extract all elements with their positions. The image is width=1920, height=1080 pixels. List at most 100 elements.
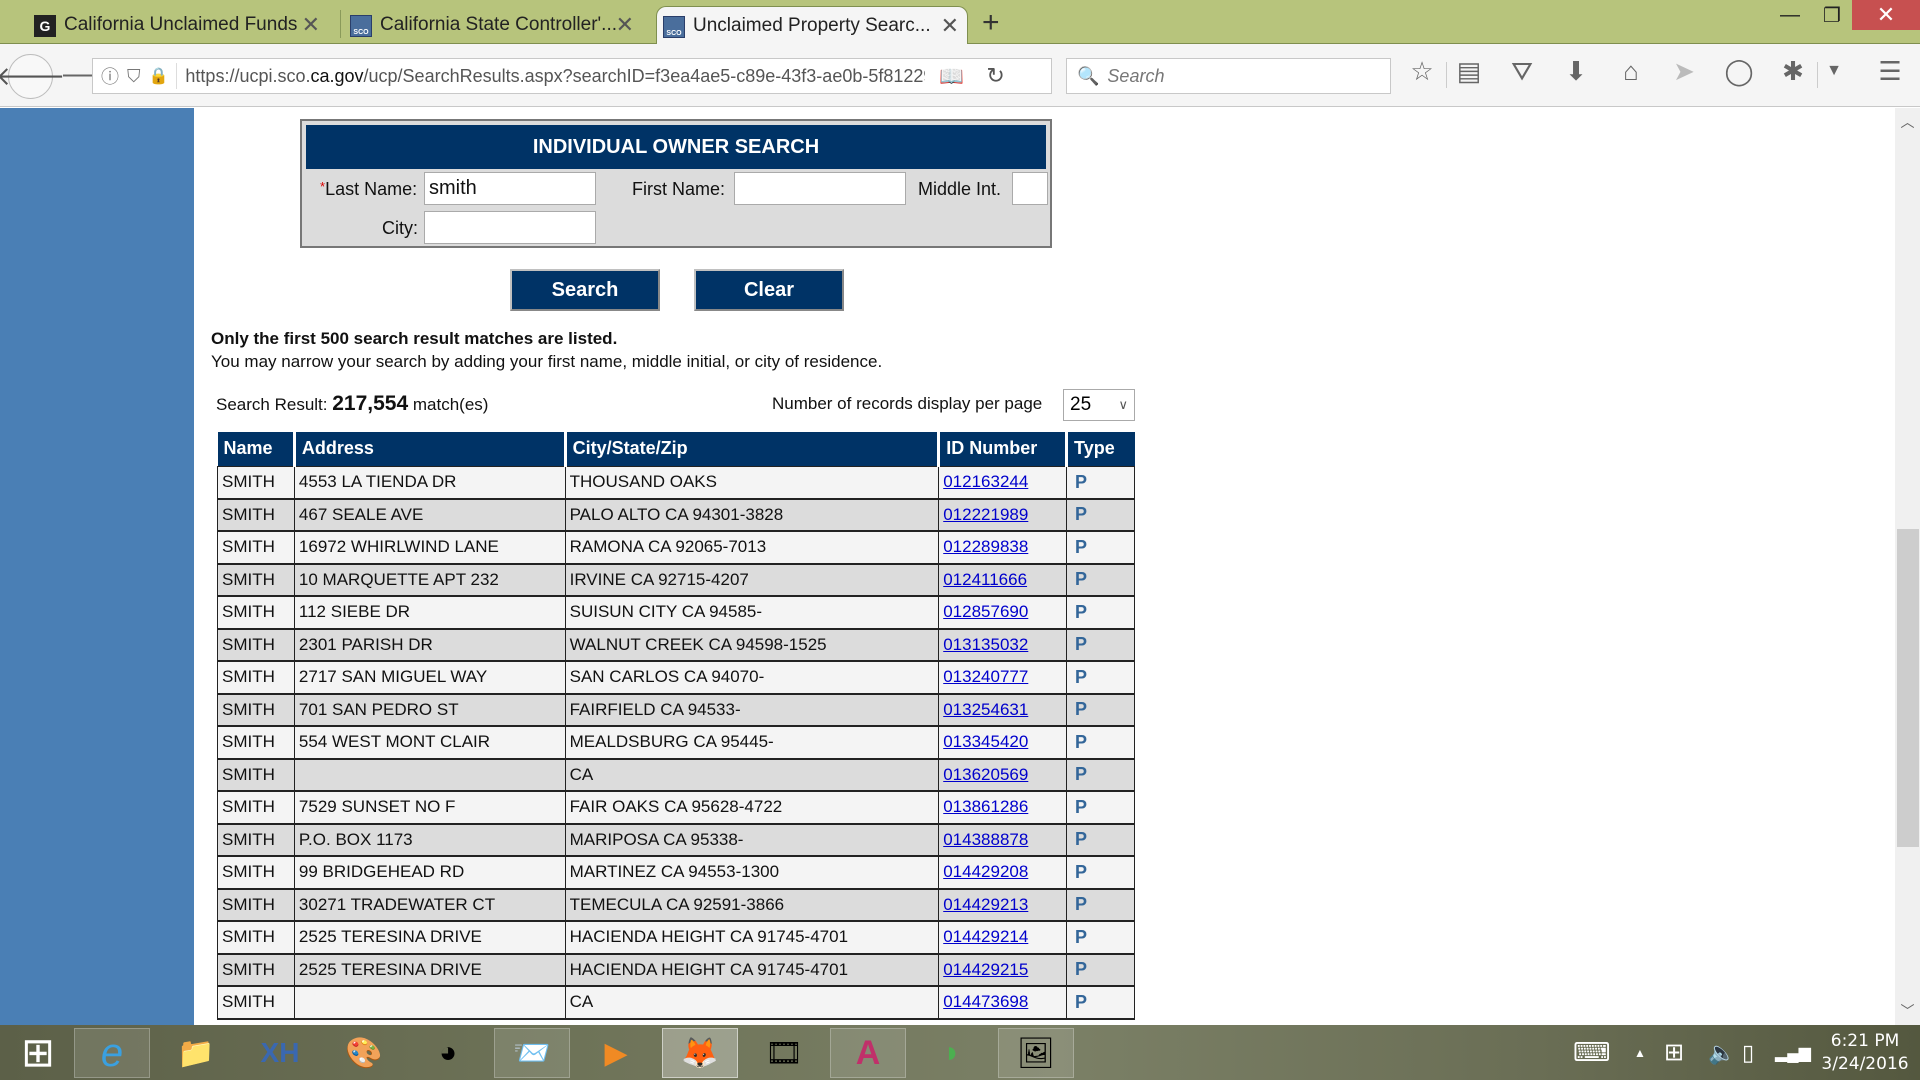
minimize-button[interactable]: — <box>1770 0 1810 30</box>
id-number-link[interactable]: 012221989 <box>943 505 1028 524</box>
tab-california-unclaimed-funds[interactable]: G California Unclaimed Funds ✕ <box>28 6 328 44</box>
records-per-page-label: Number of records display per page <box>772 394 1043 413</box>
cell-city-state-zip: HACIENDA HEIGHT CA 91745-4701 <box>564 953 940 987</box>
left-blue-panel <box>0 108 194 1025</box>
volume-icon[interactable]: 🔈 <box>1708 1025 1735 1080</box>
page-scrollbar[interactable]: ︿ ﹀ <box>1895 108 1920 1025</box>
send-icon[interactable]: ➤ <box>1667 56 1701 87</box>
xh-paint-icon[interactable]: XH <box>242 1028 318 1078</box>
browser-search-input[interactable]: 🔍 Search <box>1066 58 1391 94</box>
battery-icon[interactable]: ▯ <box>1742 1025 1754 1080</box>
reading-list-icon[interactable]: ▤ <box>1452 56 1486 87</box>
cell-id-number: 013254631 <box>938 693 1068 727</box>
tab-close-icon[interactable]: ✕ <box>616 12 634 38</box>
scroll-down-icon[interactable]: ﹀ <box>1895 1001 1920 1021</box>
reader-view-icon[interactable]: 📖 <box>939 64 964 89</box>
dropdown-arrow-icon[interactable]: ▼ <box>1817 62 1851 80</box>
id-number-link[interactable]: 014429214 <box>943 927 1028 946</box>
bookmark-star-icon[interactable]: ☆ <box>1405 56 1439 87</box>
id-number-link[interactable]: 012289838 <box>943 537 1028 556</box>
id-number-link[interactable]: 013620569 <box>943 765 1028 784</box>
movie-maker-icon[interactable]: 🎞 <box>746 1028 822 1078</box>
pocket-icon[interactable]: ⛛ <box>1505 56 1539 88</box>
table-row: SMITH 10 MARQUETTE APT 232 IRVINE CA 92715… <box>217 563 1135 597</box>
download-icon[interactable]: ⬇ <box>1559 56 1593 87</box>
tab-unclaimed-property-search[interactable]: SCO Unclaimed Property Searc... ✕ <box>656 6 968 45</box>
network-signal-icon[interactable]: ▂▄▆ <box>1775 1025 1811 1080</box>
hamburger-menu-icon[interactable]: ☰ <box>1873 56 1907 87</box>
media-player-icon[interactable]: ▶ <box>578 1028 654 1078</box>
cell-type: P <box>1066 660 1135 695</box>
last-name-input[interactable] <box>424 172 596 205</box>
tracking-shield-icon[interactable]: ⛉ <box>127 66 141 87</box>
cell-id-number: 012411666 <box>938 563 1068 597</box>
tab-label: California Unclaimed Funds <box>64 14 298 35</box>
bug-extension-icon[interactable]: ✱ <box>1776 56 1810 87</box>
id-number-link[interactable]: 014429208 <box>943 862 1028 881</box>
chat-bubble-icon[interactable]: ◯ <box>1722 56 1756 87</box>
scrollbar-thumb[interactable] <box>1897 529 1919 847</box>
show-hidden-icons-icon[interactable]: ▲ <box>1634 1025 1646 1080</box>
clear-button[interactable]: Clear <box>694 269 844 311</box>
file-explorer-icon[interactable]: 📁 <box>158 1028 234 1078</box>
action-center-icon[interactable]: ⊞ <box>1664 1025 1684 1080</box>
back-button[interactable]: 🡐 <box>0 54 65 99</box>
color-app-icon[interactable]: ◕ <box>410 1028 486 1078</box>
id-number-link[interactable]: 012411666 <box>943 570 1027 589</box>
id-number-link[interactable]: 012163244 <box>943 472 1028 491</box>
scroll-up-icon[interactable]: ︿ <box>1895 112 1920 132</box>
reload-icon[interactable]: ↻ <box>986 63 1004 89</box>
cell-id-number: 012221989 <box>938 498 1068 532</box>
cell-name: SMITH <box>217 465 295 500</box>
id-number-link[interactable]: 012857690 <box>943 602 1028 621</box>
records-per-page-select[interactable]: 25 ∨ <box>1063 389 1135 421</box>
table-row: SMITH 99 BRIDGEHEAD RD MARTINEZ CA 94553-1… <box>217 855 1135 890</box>
app-icon[interactable]: ◗ <box>914 1028 990 1078</box>
home-icon[interactable]: ⌂ <box>1614 56 1648 87</box>
tab-close-icon[interactable]: ✕ <box>941 13 959 39</box>
internet-explorer-icon[interactable]: e <box>74 1028 150 1078</box>
info-icon[interactable]: ⓘ <box>101 63 119 89</box>
cell-id-number: 014429208 <box>938 855 1068 890</box>
table-row: SMITH 4553 LA TIENDA DR THOUSAND OAKS 01216… <box>217 465 1135 500</box>
tab-state-controller[interactable]: SCO California State Controller'... ✕ <box>344 6 642 44</box>
firefox-icon[interactable]: 🦊 <box>662 1028 738 1078</box>
column-header-type: Type <box>1065 432 1135 466</box>
start-icon[interactable]: ⊞ <box>0 1028 76 1078</box>
cell-address: 554 WEST MONT CLAIR <box>293 725 566 760</box>
cell-type: P <box>1066 888 1135 922</box>
new-tab-button[interactable]: + <box>982 6 1000 40</box>
cell-id-number: 014429215 <box>938 953 1068 987</box>
id-number-link[interactable]: 014429215 <box>943 960 1028 979</box>
id-number-link[interactable]: 013135032 <box>943 635 1028 654</box>
tab-close-icon[interactable]: ✕ <box>302 12 320 38</box>
first-name-input[interactable] <box>734 172 906 205</box>
paint-icon[interactable]: 🎨 <box>326 1028 402 1078</box>
search-result-summary: Search Result: 217,554 match(es) <box>216 392 488 416</box>
cell-id-number: 013240777 <box>938 660 1068 695</box>
search-button[interactable]: Search <box>510 269 660 311</box>
close-window-button[interactable]: ✕ <box>1852 0 1920 30</box>
id-number-link[interactable]: 013345420 <box>943 732 1028 751</box>
id-number-link[interactable]: 014473698 <box>943 992 1028 1011</box>
middle-initial-input[interactable] <box>1012 172 1048 205</box>
table-row: SMITH 7529 SUNSET NO F FAIR OAKS CA 95628-… <box>217 790 1135 825</box>
id-number-link[interactable]: 014388878 <box>943 830 1028 849</box>
id-number-link[interactable]: 013240777 <box>943 667 1028 686</box>
city-input[interactable] <box>424 211 596 244</box>
id-number-link[interactable]: 014429213 <box>943 895 1028 914</box>
access-icon[interactable]: A <box>830 1028 906 1078</box>
touch-keyboard-icon[interactable]: ⌨ <box>1573 1025 1611 1080</box>
id-number-link[interactable]: 013254631 <box>943 700 1028 719</box>
result-limit-notice: Only the first 500 search result matches… <box>211 329 618 348</box>
tab-label: California State Controller'... <box>380 14 618 35</box>
photo-viewer-icon[interactable]: 🖼 <box>998 1028 1074 1078</box>
system-clock[interactable]: 6:21 PM 3/24/2016 <box>1810 1030 1920 1076</box>
outlook-icon[interactable]: 📨 <box>494 1028 570 1078</box>
url-text[interactable]: https://ucpi.sco.ca.gov/ucp/SearchResult… <box>185 66 925 87</box>
id-number-link[interactable]: 013861286 <box>943 797 1028 816</box>
lock-icon[interactable]: 🔒 <box>149 66 169 86</box>
address-bar[interactable]: ⓘ ⛉ 🔒 https://ucpi.sco.ca.gov/ucp/Search… <box>92 58 1052 94</box>
tab-separator <box>340 10 341 38</box>
restore-button[interactable]: ❐ <box>1812 0 1852 30</box>
